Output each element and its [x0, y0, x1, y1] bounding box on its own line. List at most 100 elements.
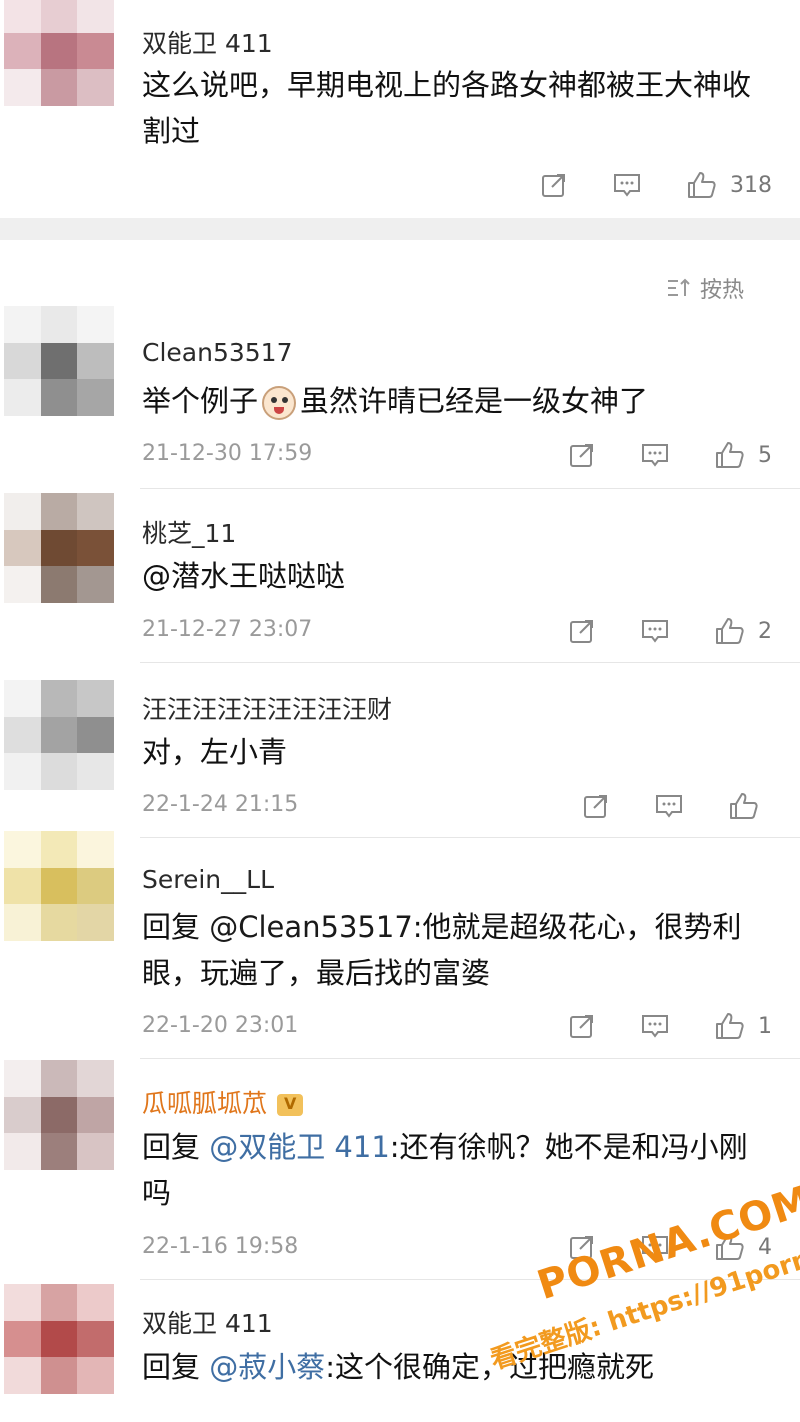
commenter-name[interactable]: 双能卫 411 [142, 1304, 273, 1340]
avatar-pixel [4, 1284, 41, 1321]
avatar-pixel [77, 0, 114, 33]
avatar-pixel [77, 1357, 114, 1394]
avatar-pixel [4, 680, 41, 717]
avatar-pixel [4, 0, 41, 33]
comment-button[interactable] [640, 441, 670, 469]
comment-icon [642, 444, 668, 467]
avatar-pixel [4, 904, 41, 941]
comment-time: 21-12-27 23:07 [142, 617, 313, 642]
comment-text-part: 举个例子 [142, 384, 259, 418]
like-button[interactable]: 1 [714, 1011, 772, 1041]
avatar[interactable] [4, 831, 114, 941]
thumbs-up-icon [716, 442, 744, 468]
avatar-pixel [77, 529, 114, 567]
commenter-name-text: 瓜呱胍坬苽 [142, 1089, 268, 1118]
comment-button[interactable] [612, 171, 642, 199]
avatar-pixel [77, 306, 114, 343]
avatar-pixel [40, 867, 78, 905]
commenter-name[interactable]: 汪汪汪汪汪汪汪汪汪财 [142, 690, 392, 726]
share-button[interactable] [568, 441, 596, 469]
comment-actions: 318 [496, 170, 772, 200]
share-icon [542, 174, 565, 197]
share-button[interactable] [540, 171, 568, 199]
avatar-pixel [4, 69, 41, 106]
sort-toggle[interactable]: 按热 [666, 272, 744, 304]
avatar-pixel [4, 1096, 41, 1134]
avatar[interactable] [4, 1060, 114, 1170]
mention-link[interactable]: @菽小蔡 [209, 1350, 325, 1384]
avatar-pixel [4, 716, 41, 754]
comment-text: 这么说吧，早期电视上的各路女神都被王大神收割过 [142, 68, 752, 148]
comment-icon [642, 1015, 668, 1038]
commenter-name[interactable]: Clean53517 [142, 338, 292, 367]
avatar-pixel [4, 379, 41, 416]
avatar-pixel [77, 1133, 114, 1170]
like-button[interactable]: 2 [714, 616, 772, 646]
share-button[interactable] [568, 1012, 596, 1040]
avatar[interactable] [4, 0, 114, 106]
share-icon [570, 620, 593, 643]
comment-time: 22-1-24 21:15 [142, 792, 299, 817]
commenter-name[interactable]: Serein__LL [142, 865, 274, 894]
avatar-pixel [40, 0, 78, 33]
avatar[interactable] [4, 493, 114, 603]
share-button[interactable] [582, 792, 610, 820]
avatar-pixel [77, 680, 114, 717]
comment-actions: 2 [524, 616, 772, 646]
avatar-pixel [40, 1284, 78, 1321]
avatar[interactable] [4, 306, 114, 416]
avatar-pixel [77, 69, 114, 106]
share-button[interactable] [568, 617, 596, 645]
commenter-name[interactable]: 瓜呱胍坬苽 [142, 1084, 304, 1120]
comment-icon [614, 174, 640, 197]
avatar-pixel [4, 32, 41, 70]
like-count: 1 [758, 1013, 772, 1039]
divider [140, 662, 800, 663]
avatar[interactable] [4, 680, 114, 790]
avatar-pixel [4, 306, 41, 343]
divider [140, 488, 800, 489]
like-button[interactable]: 5 [714, 440, 772, 470]
avatar-pixel [77, 1060, 114, 1097]
avatar-pixel [77, 904, 114, 941]
avatar-pixel [40, 1096, 78, 1134]
thumbs-up-icon [716, 1013, 744, 1039]
comment-text: 对，左小青 [142, 735, 288, 769]
avatar-pixel [40, 566, 78, 603]
reply-prefix: 回复 [142, 910, 210, 944]
comment-time: 22-1-16 19:58 [142, 1234, 299, 1259]
avatar-pixel [40, 1133, 78, 1170]
mention-link[interactable]: @双能卫 411 [209, 1130, 390, 1164]
commenter-name[interactable]: 桃芝_11 [142, 514, 236, 550]
comment-button[interactable] [640, 617, 670, 645]
reply-prefix: 回复 [142, 1130, 210, 1164]
comment-actions: 1 [524, 1011, 772, 1041]
comment-text-part: 虽然许晴已经是一级女神了 [300, 384, 649, 418]
like-button[interactable]: 318 [686, 170, 772, 200]
share-icon [570, 444, 593, 467]
avatar-pixel [4, 529, 41, 567]
avatar-pixel [40, 32, 78, 70]
comment-button[interactable] [640, 1012, 670, 1040]
avatar-pixel [77, 1320, 114, 1358]
smile-face-icon [262, 386, 297, 420]
avatar[interactable] [4, 1284, 114, 1394]
like-button[interactable] [728, 791, 772, 821]
like-count: 5 [758, 442, 772, 468]
comment-actions [538, 791, 772, 821]
avatar-pixel [77, 1096, 114, 1134]
comment-button[interactable] [654, 792, 684, 820]
like-count: 2 [758, 618, 772, 644]
avatar-pixel [40, 716, 78, 754]
avatar-pixel [40, 1357, 78, 1394]
avatar-pixel [40, 379, 78, 416]
commenter-name[interactable]: 双能卫 411 [142, 24, 273, 60]
avatar-pixel [77, 716, 114, 754]
avatar-pixel [4, 1060, 41, 1097]
comment-actions: 5 [524, 440, 772, 470]
reply-prefix: 回复 [142, 1350, 210, 1384]
mention-link[interactable]: @Clean53517 [209, 910, 413, 944]
comment-text: 回复 @Clean53517:他就是超级花心，很势利眼，玩遍了，最后找的富婆 [142, 904, 767, 996]
divider [140, 1058, 800, 1059]
avatar-pixel [40, 529, 78, 567]
